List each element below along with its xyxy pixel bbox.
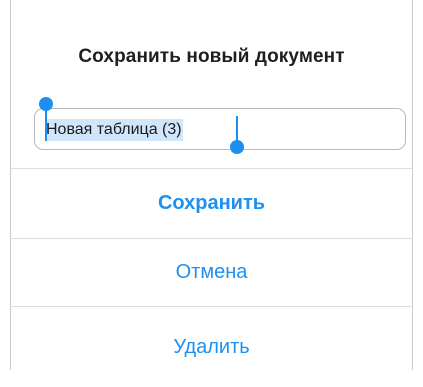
- save-button[interactable]: Сохранить: [10, 169, 413, 238]
- cancel-button[interactable]: Отмена: [10, 239, 413, 306]
- filename-input[interactable]: Новая таблица (3): [34, 108, 406, 150]
- selection-end-knob[interactable]: [230, 140, 244, 154]
- selection-start-handle[interactable]: [39, 97, 53, 141]
- filename-selected-text[interactable]: Новая таблица (3): [45, 119, 183, 141]
- selection-end-handle[interactable]: [230, 116, 244, 154]
- save-document-dialog: Сохранить новый документ Новая таблица (…: [10, 0, 413, 370]
- delete-button[interactable]: Удалить: [10, 307, 413, 370]
- dialog-title: Сохранить новый документ: [78, 46, 345, 67]
- selection-start-knob[interactable]: [39, 97, 53, 111]
